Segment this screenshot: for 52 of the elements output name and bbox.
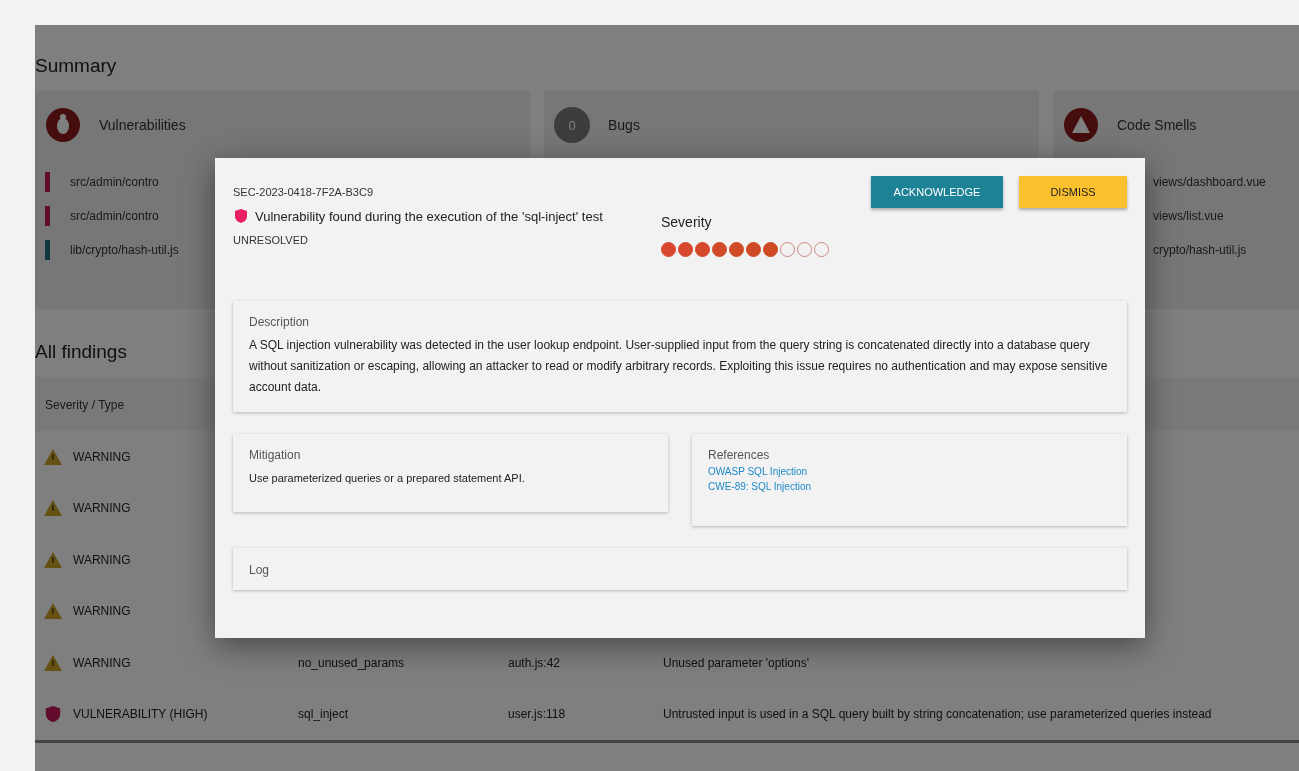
table-cell: WARNING	[73, 655, 131, 670]
table-cell: WARNING	[73, 604, 131, 619]
table-cell: user.js:118	[508, 707, 566, 722]
shield-icon	[233, 208, 249, 224]
reference-link[interactable]: CWE-89: SQL Injection	[708, 481, 811, 492]
warning-icon	[43, 602, 63, 621]
severity-flag	[45, 240, 50, 260]
warning-icon	[1063, 107, 1099, 143]
status-label: UNRESOLVED	[233, 234, 309, 246]
shield-icon	[43, 705, 63, 724]
panel-title: References	[708, 448, 771, 462]
finding-id: SEC-2023-0418-7F2A-B3C9	[233, 186, 375, 198]
file-path: src/admin/contro	[70, 209, 159, 223]
description-text: A SQL injection vulnerability was detected in the user lookup endpoint. User-supplied input from the query string is concatenated directly into a database query without sanitization or escaping, allowing an attacker to read or modify arbitrary records. Exploiting this issue requires no authentication and may expose sensitive account data.	[249, 337, 1109, 396]
severity-label: Severity	[661, 214, 713, 230]
table-cell: WARNING	[73, 501, 131, 516]
file-path: views/list.vue	[1153, 209, 1224, 223]
warning-icon	[43, 499, 63, 518]
table-cell: Untrusted input is used in a SQL query built by string concatenation; use parameterized queries instead	[663, 707, 1212, 722]
file-path: crypto/hash-util.js	[1153, 243, 1247, 257]
file-path: src/admin/contro	[70, 175, 159, 189]
panel-title: Description	[249, 315, 311, 329]
severity-flag	[45, 172, 50, 192]
table-cell: WARNING	[73, 449, 131, 464]
card-title: Vulnerabilities	[99, 117, 186, 133]
bug-count: 0	[554, 107, 590, 143]
severity-flag	[45, 206, 50, 226]
file-path: lib/crypto/hash-util.js	[70, 243, 179, 257]
acknowledge-button[interactable]: ACKNOWLEDGE	[871, 176, 1003, 208]
table-cell: no_unused_params	[298, 655, 405, 670]
warning-icon	[43, 447, 63, 466]
warning-icon	[43, 653, 63, 672]
table-cell: auth.js:42	[508, 655, 561, 670]
warning-icon	[43, 550, 63, 569]
finding-title: Vulnerability found during the execution of the 'sql-inject' test	[255, 208, 603, 224]
table-cell: WARNING	[73, 552, 131, 567]
log-panel[interactable]: Log	[233, 548, 1127, 590]
card-title: Code Smells	[1117, 117, 1197, 133]
mitigation-text: Use parameterized queries or a prepared statement API.	[249, 471, 526, 486]
panel-title: Mitigation	[249, 448, 302, 462]
dismiss-button[interactable]: DISMISS	[1019, 176, 1127, 208]
bug-icon	[45, 107, 81, 143]
section-title: All findings	[35, 340, 127, 364]
section-title: Summary	[35, 54, 117, 78]
table-cell: Unused parameter 'options'	[663, 655, 809, 670]
column-header: Severity / Type	[45, 398, 125, 412]
table-cell: sql_inject	[298, 707, 349, 722]
file-path: views/dashboard.vue	[1153, 175, 1266, 189]
table-cell: VULNERABILITY (HIGH)	[73, 707, 208, 722]
card-title: Bugs	[608, 117, 640, 133]
reference-link[interactable]: OWASP SQL Injection	[708, 466, 808, 477]
panel-title: Log	[249, 563, 270, 577]
